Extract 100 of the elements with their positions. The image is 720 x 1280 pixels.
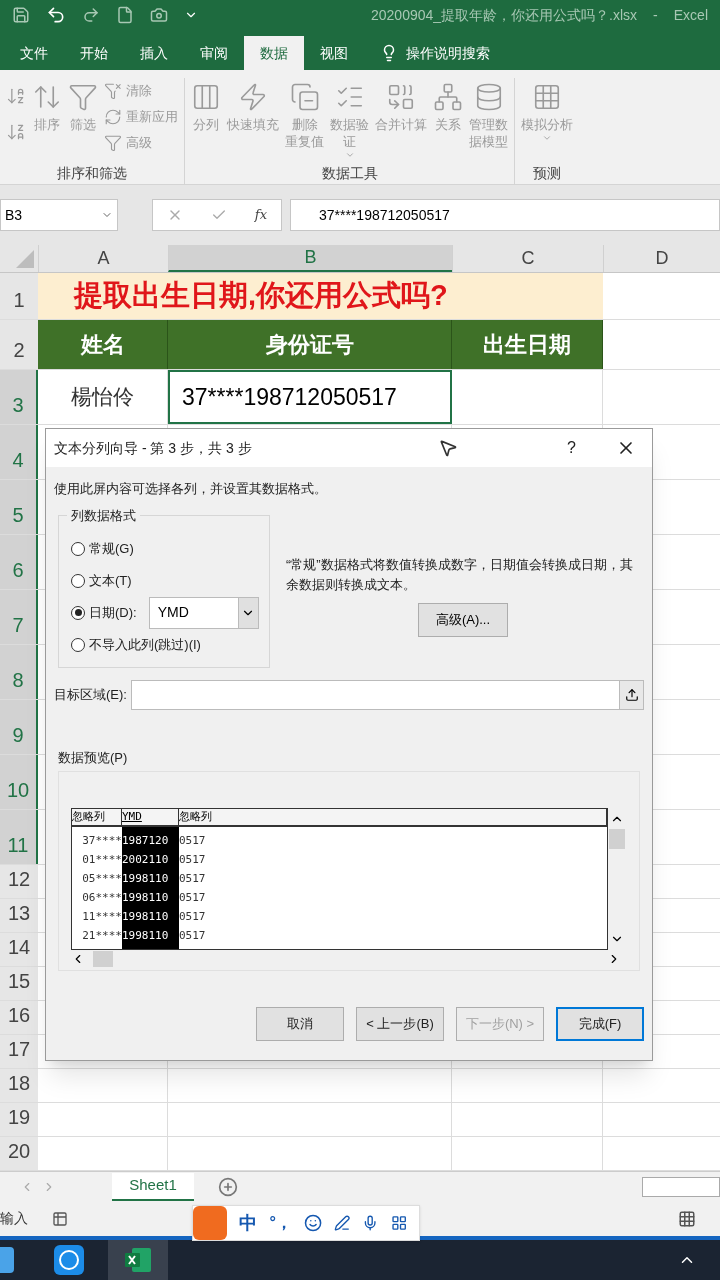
row-header[interactable]: 12 <box>0 865 38 898</box>
ribbon-tab[interactable]: 视图 <box>304 36 364 70</box>
row-header[interactable]: 13 <box>0 899 38 932</box>
help-button[interactable]: ? <box>567 436 576 460</box>
row-header[interactable]: 3 <box>0 370 38 424</box>
dialog-title: 文本分列向导 - 第 3 步，共 3 步 <box>54 438 252 458</box>
ribbon-tab[interactable]: 插入 <box>124 36 184 70</box>
row-header[interactable]: 11 <box>0 810 38 864</box>
ribbon-tab[interactable]: 开始 <box>64 36 124 70</box>
row-header[interactable]: 8 <box>0 645 38 699</box>
column-header[interactable]: B <box>168 245 452 272</box>
radio-option[interactable]: 不导入此列(跳过)(I) <box>71 634 201 655</box>
preview-cell-text: 11**** <box>82 909 122 925</box>
microphone-icon[interactable] <box>362 1214 379 1232</box>
columns-icon <box>191 82 221 112</box>
preview-cell-text: 2002110 <box>122 852 170 868</box>
tell-me-search[interactable]: 操作说明搜索 <box>406 42 490 64</box>
status-text: 输入 <box>0 1209 28 1228</box>
emoji-icon[interactable] <box>303 1213 322 1233</box>
sheet-title-cell: 提取出生日期,你还用公式吗? <box>38 273 603 319</box>
row-header[interactable]: 18 <box>0 1069 38 1102</box>
row-header[interactable]: 9 <box>0 700 38 754</box>
date-format-dropdown[interactable]: YMD <box>148 596 259 629</box>
column-header[interactable]: C <box>452 245 603 272</box>
funnel-icon <box>104 134 122 152</box>
preview-cell-text: 1998110 <box>122 890 170 906</box>
ribbon-tab[interactable]: 审阅 <box>184 36 244 70</box>
advanced-button[interactable]: 高级(A)... <box>418 602 508 637</box>
dialog-button[interactable]: 取消 <box>256 1007 344 1041</box>
funnel-x-icon <box>104 82 122 100</box>
row-header[interactable]: 10 <box>0 755 38 809</box>
pen-icon[interactable] <box>334 1214 351 1232</box>
destination-field[interactable] <box>130 679 644 710</box>
row-header[interactable]: 7 <box>0 590 38 644</box>
header-cell: 出生日期 <box>452 320 603 369</box>
row-header[interactable]: 15 <box>0 967 38 1000</box>
header-cell: 身份证号 <box>168 320 452 369</box>
preview-column-header[interactable]: YMD <box>122 809 179 825</box>
scroll-thumb[interactable] <box>609 829 626 849</box>
dropdown-icon <box>344 150 355 160</box>
lightning-icon <box>238 82 268 112</box>
undo-icon[interactable] <box>46 5 66 25</box>
name-box[interactable]: B3 <box>0 199 118 231</box>
relationship-icon <box>433 82 463 112</box>
preview-cell-text: 21**** <box>82 928 122 944</box>
row-header[interactable]: 16 <box>0 1001 38 1034</box>
mouse-cursor-icon <box>437 438 458 458</box>
radio-option[interactable]: 文本(T) <box>71 570 132 591</box>
collapse-dialog-icon[interactable] <box>624 687 639 702</box>
row-header[interactable]: 4 <box>0 425 38 479</box>
preview-cell-text: 37**** <box>82 833 122 849</box>
radio-option[interactable]: 常规(G) <box>71 538 134 559</box>
row-header[interactable]: 5 <box>0 480 38 534</box>
k-app-icon[interactable] <box>54 1245 84 1275</box>
new-file-icon[interactable] <box>116 6 134 24</box>
redo-icon[interactable] <box>82 6 100 24</box>
preview-cell-text: 05**** <box>82 871 122 887</box>
dialog-instruction: 使用此屏内容可选择各列，并设置其数据格式。 <box>53 480 328 498</box>
preview-column-header[interactable]: 忽略列 <box>179 809 607 825</box>
row-header[interactable]: 19 <box>0 1103 38 1136</box>
preview-cell-text: 1998110 <box>122 909 170 925</box>
macro-record-icon[interactable] <box>52 1210 68 1227</box>
destination-label: 目标区域(E): <box>54 685 127 704</box>
camera-icon[interactable] <box>150 6 168 24</box>
duplicate-remove-icon <box>289 82 320 112</box>
ribbon-tab[interactable]: 数据 <box>244 36 304 70</box>
format-description: “常规”数据格式将数值转换成数字，日期值会转换成日期，其余数据则转换成文本。 <box>286 555 634 594</box>
table-cell: 37****198712050517 <box>168 370 452 424</box>
row-header[interactable]: 17 <box>0 1035 38 1068</box>
excel-icon[interactable] <box>124 1247 152 1273</box>
row-header[interactable]: 1 <box>0 273 38 319</box>
ribbon-tab[interactable]: 文件 <box>4 36 64 70</box>
dialog-button[interactable]: < 上一步(B) <box>356 1007 444 1041</box>
funnel-icon <box>68 82 98 112</box>
horizontal-scroll-thumb[interactable] <box>93 951 113 967</box>
save-icon[interactable] <box>12 6 30 24</box>
preview-label: 数据预览(P) <box>57 748 129 767</box>
ime-mode-toggle[interactable]: 中 <box>239 1209 258 1237</box>
add-sheet-icon[interactable] <box>218 1176 238 1197</box>
normal-view-icon[interactable] <box>678 1209 696 1228</box>
preview-column-header[interactable]: 忽略列 <box>72 809 122 825</box>
toolbox-icon[interactable] <box>390 1214 407 1232</box>
preview-cell-text: 0517 <box>179 833 207 849</box>
punctuation-toggle[interactable]: °， <box>269 1211 292 1235</box>
ime-logo-icon[interactable] <box>193 1206 228 1240</box>
row-header[interactable]: 20 <box>0 1137 38 1170</box>
sheet-tab[interactable]: Sheet1 <box>112 1172 194 1201</box>
insert-function-button[interactable]: fx <box>254 205 267 225</box>
row-header[interactable]: 2 <box>0 320 38 369</box>
sort-descending-icon <box>6 122 26 142</box>
horizontal-scrollbar[interactable] <box>642 1176 720 1197</box>
formula-input[interactable]: 37****198712050517 <box>290 199 720 231</box>
ribbon-group-label: 数据工具 <box>321 164 378 183</box>
radio-option[interactable]: 日期(D): <box>71 602 137 623</box>
row-header[interactable]: 14 <box>0 933 38 966</box>
combine-icon <box>386 82 416 112</box>
window-title: 20200904_提取年龄，你还用公式吗？.xlsx <box>371 5 638 25</box>
column-header[interactable]: D <box>603 245 720 272</box>
dialog-button[interactable]: 完成(F) <box>556 1007 644 1041</box>
row-header[interactable]: 6 <box>0 535 38 589</box>
